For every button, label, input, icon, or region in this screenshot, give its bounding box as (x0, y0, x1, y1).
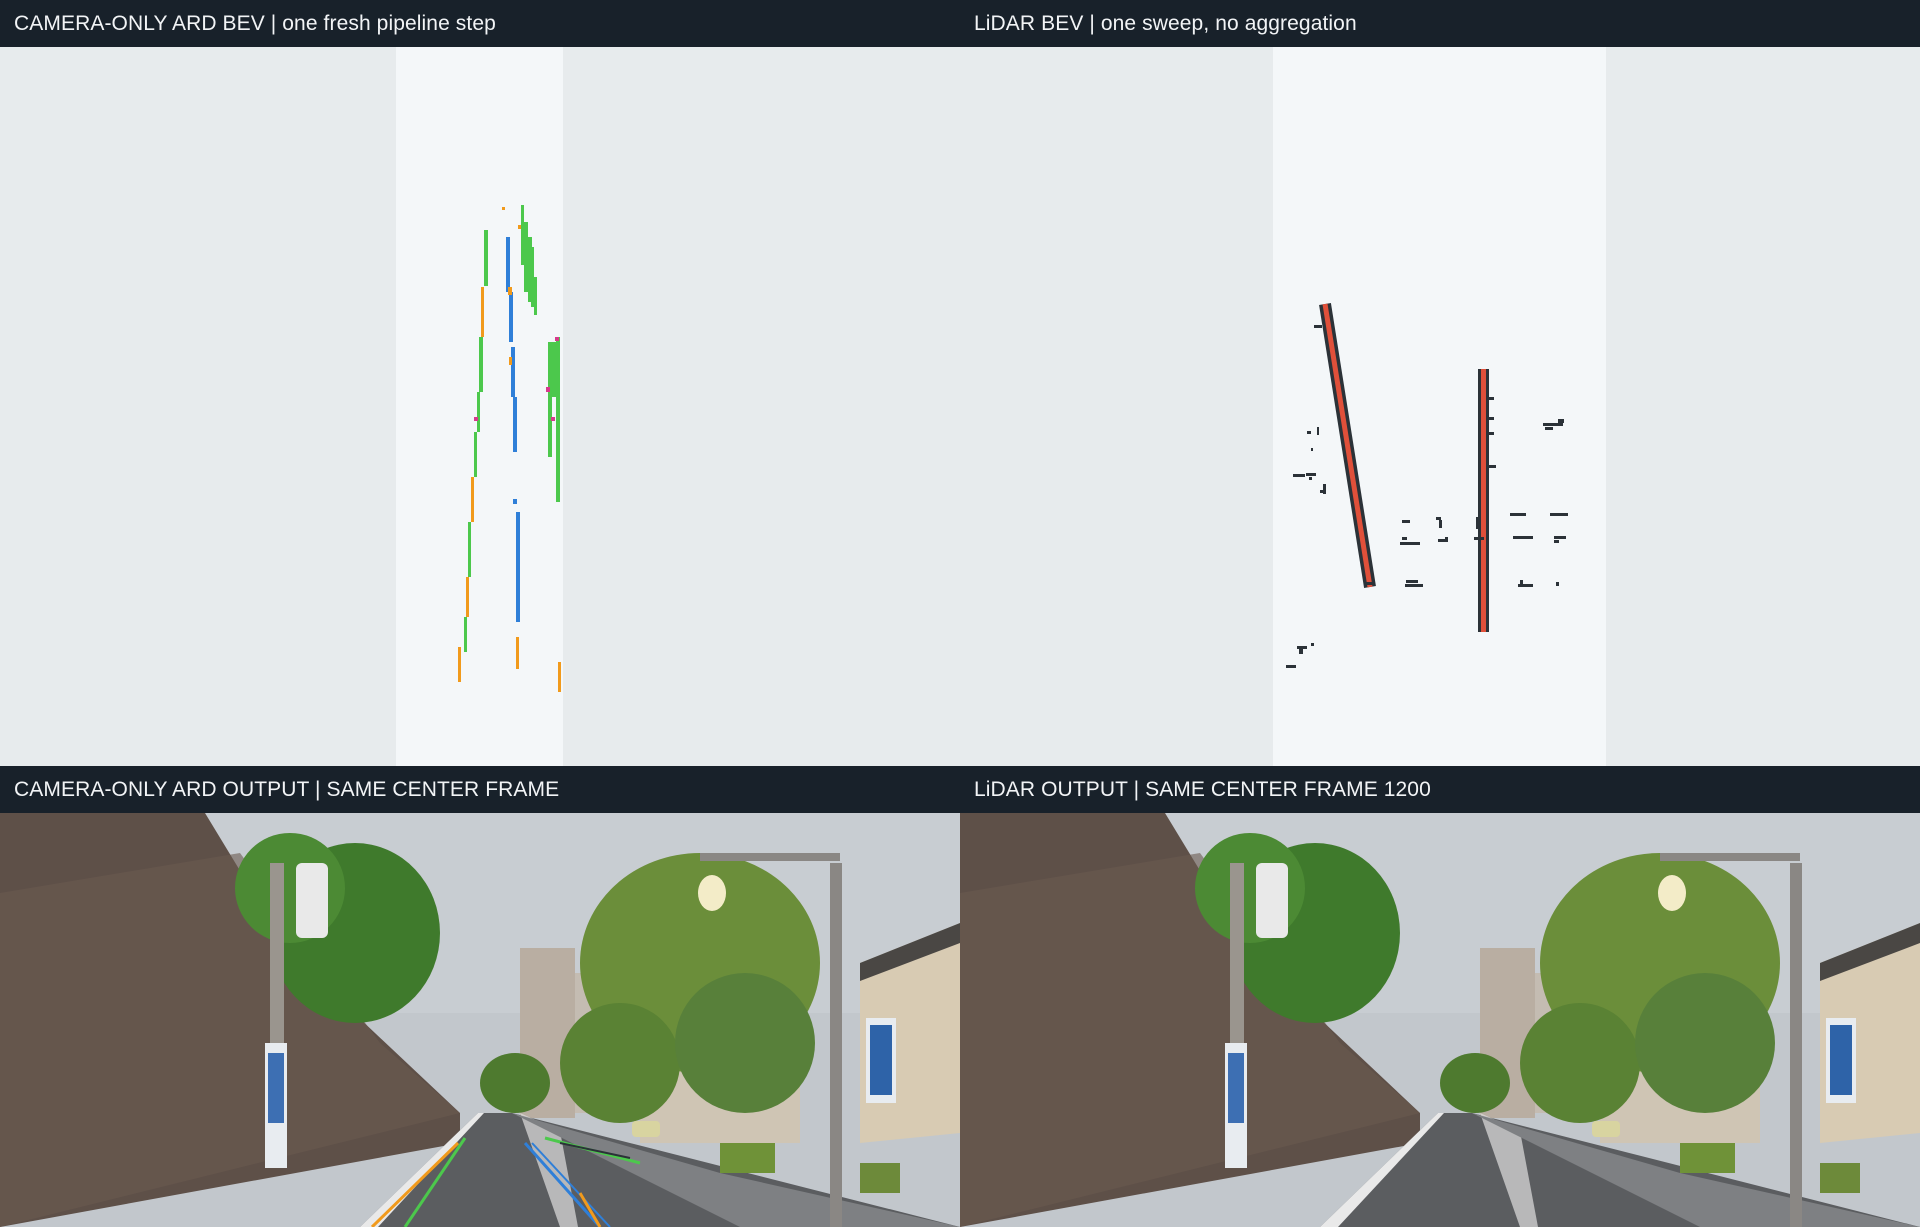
camera-street-scene (0, 813, 960, 1227)
camera-bev-panel: CAMERA-ONLY ARD BEV | one fresh pipeline… (0, 0, 960, 766)
camera-bev-plot (0, 47, 960, 766)
lidar-bev-title: LiDAR BEV | one sweep, no aggregation (960, 0, 1920, 47)
lidar-street-scene (960, 813, 1920, 1227)
lidar-output-panel: LiDAR OUTPUT | SAME CENTER FRAME 1200 (960, 766, 1920, 1227)
lidar-output-frame (960, 813, 1920, 1227)
lidar-bev-roi (1273, 47, 1606, 766)
lidar-output-title: LiDAR OUTPUT | SAME CENTER FRAME 1200 (960, 766, 1920, 813)
lidar-bev-plot (960, 47, 1920, 766)
camera-output-frame (0, 813, 960, 1227)
lidar-bev-canvas (1273, 47, 1606, 766)
camera-bev-canvas (396, 47, 563, 766)
camera-output-panel: CAMERA-ONLY ARD OUTPUT | SAME CENTER FRA… (0, 766, 960, 1227)
camera-output-title: CAMERA-ONLY ARD OUTPUT | SAME CENTER FRA… (0, 766, 960, 813)
lidar-bev-panel: LiDAR BEV | one sweep, no aggregation (960, 0, 1920, 766)
camera-bev-title: CAMERA-ONLY ARD BEV | one fresh pipeline… (0, 0, 960, 47)
